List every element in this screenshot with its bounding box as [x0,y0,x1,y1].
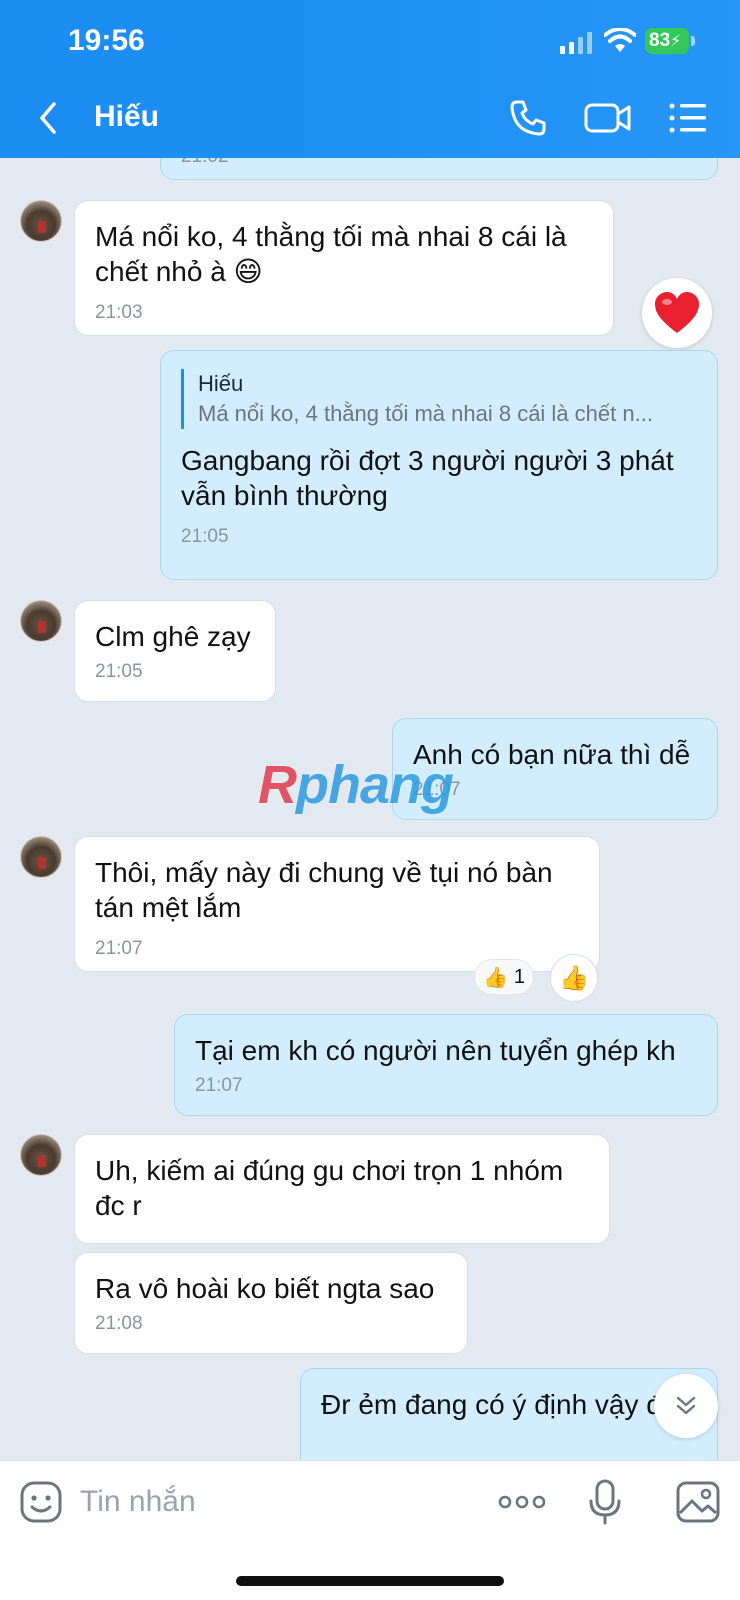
battery-nub [691,36,695,46]
status-time: 19:56 [68,24,145,57]
message-bubble-outgoing-reply[interactable]: Hiếu Má nổi ko, 4 thằng tối mà nhai 8 cá… [160,350,718,580]
message-time: 21:05 [95,661,143,682]
avatar[interactable] [20,200,62,242]
call-icon[interactable] [508,98,548,138]
message-bubble-incoming[interactable]: Ra vô hoài ko biết ngta sao 21:08 [74,1252,468,1354]
message-text: Clm ghê zạy [95,621,251,652]
image-icon[interactable] [676,1481,720,1523]
message-time: 21:02 [181,158,229,169]
message-bubble-outgoing[interactable]: Tại em kh có người nên tuyển ghép kh 21:… [174,1014,718,1116]
menu-icon[interactable] [668,100,708,136]
cellular-signal-icon [560,32,592,54]
reaction-heart[interactable] [642,278,712,348]
back-icon[interactable] [34,100,64,136]
message-time: 21:08 [95,1313,143,1334]
scroll-to-bottom-button[interactable] [654,1374,718,1438]
mic-icon[interactable] [588,1479,622,1525]
message-text: Tại em kh có người nên tuyển ghép kh [195,1035,676,1066]
thumbs-up-icon: 👍 [482,966,508,989]
wifi-icon [604,28,636,52]
message-text: Anh có bạn nữa thì dễ [413,739,691,770]
reaction-summary[interactable]: 👍 1 [474,959,534,995]
message-list[interactable]: 21:02 Má nổi ko, 4 thằng tối mà nhai 8 c… [0,158,740,1460]
chat-header: 19:56 83⚡ Hiếu [0,0,740,158]
message-time: 21:05 [181,526,229,547]
message-time: 21:07 [95,938,143,959]
message-time: 21:07 [195,1075,243,1096]
chevron-down-icon [676,1396,696,1415]
message-bubble-incoming[interactable]: Má nổi ko, 4 thằng tối mà nhai 8 cái là … [74,200,614,336]
more-icon[interactable] [498,1487,546,1517]
emoji-icon[interactable] [20,1481,62,1523]
message-bubble-incoming[interactable]: Uh, kiếm ai đúng gu chơi trọn 1 nhóm đc … [74,1134,610,1244]
avatar[interactable] [20,1134,62,1176]
reaction-count: 1 [513,965,526,988]
message-text: Uh, kiếm ai đúng gu chơi trọn 1 nhóm đc … [95,1155,564,1221]
watermark-first: R [258,755,297,815]
message-text: Đr ẻm đang có ý định vậy đó [321,1389,678,1420]
home-indicator [236,1576,504,1586]
like-button[interactable]: 👍 [550,954,598,1002]
message-bubble-incoming[interactable]: Clm ghê zạy 21:05 [74,600,276,702]
heart-icon [655,292,699,333]
message-text: Thôi, mấy này đi chung về tụi nó bàn tán… [95,857,553,923]
nav-bar: Hiếu [0,86,740,152]
avatar[interactable] [20,600,62,642]
message-input[interactable] [80,1479,460,1525]
message-text: Ra vô hoài ko biết ngta sao [95,1273,435,1304]
video-icon[interactable] [584,100,632,136]
message-time: 21:07 [413,779,461,800]
contact-name[interactable]: Hiếu [94,100,159,134]
battery-level: 83 [649,30,671,51]
battery-indicator: 83⚡ [645,28,689,54]
message-text: Gangbang rồi đợt 3 người người 3 phát vẫ… [181,445,674,511]
message-bubble-incoming[interactable]: Thôi, mấy này đi chung về tụi nó bàn tán… [74,836,600,972]
message-time: 21:03 [95,302,143,323]
status-bar: 19:56 83⚡ [0,0,740,80]
avatar[interactable] [20,836,62,878]
quoted-text: Má nổi ko, 4 thằng tối mà nhai 8 cái là … [198,401,653,426]
watermark-rest: phang [296,755,454,815]
watermark-logo: Rphang [258,754,454,816]
thumbs-up-icon: 👍 [559,964,589,992]
message-bubble-outgoing[interactable]: 21:02 [160,158,718,180]
quoted-message[interactable]: Hiếu Má nổi ko, 4 thằng tối mà nhai 8 cá… [181,369,697,429]
message-text: Má nổi ko, 4 thằng tối mà nhai 8 cái là … [95,221,567,287]
quoted-sender: Hiếu [198,371,244,396]
